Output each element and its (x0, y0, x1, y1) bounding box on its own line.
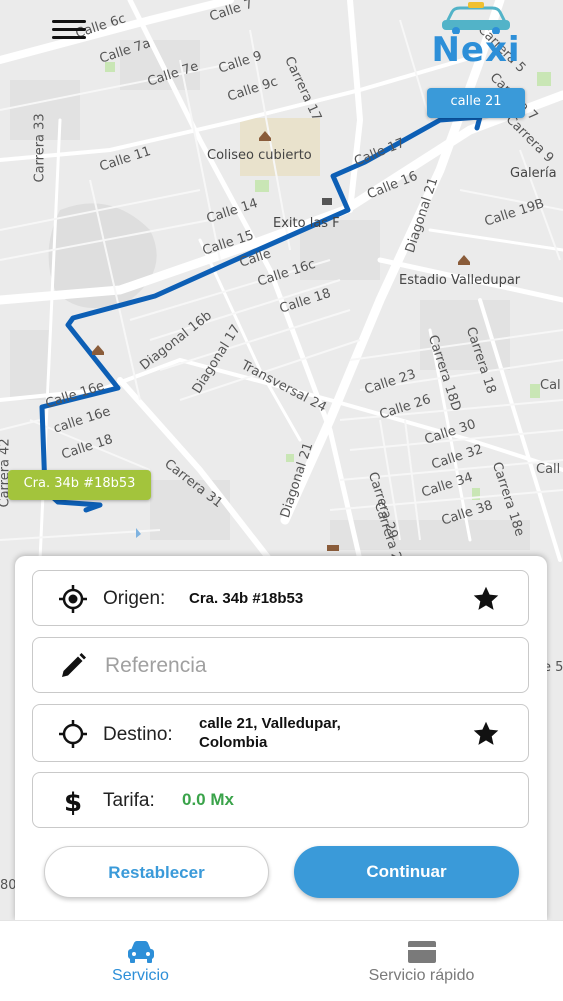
destination-value-line2: Colombia (199, 734, 268, 751)
tab-label: Servicio rápido (368, 967, 475, 984)
car-icon (128, 941, 154, 963)
destination-label: Destino: (103, 724, 173, 745)
card-icon (408, 941, 436, 963)
taxi-car-icon (442, 2, 510, 34)
origin-map-tag[interactable]: Cra. 34b #18b53 (8, 470, 151, 500)
fare-label: Tarifa: (103, 790, 155, 811)
dollar-icon: $ (64, 788, 82, 815)
logo-text: Nexi (431, 30, 521, 70)
logo: Nexi (428, 0, 524, 70)
reference-input[interactable] (103, 650, 507, 682)
menu-button[interactable] (52, 20, 86, 44)
pencil-icon (62, 653, 86, 677)
bottom-navigation: Servicio Servicio rápido (0, 920, 563, 1001)
street-label: Carrera 33 (32, 113, 48, 183)
svg-text:$: $ (64, 788, 82, 815)
tab-label: Servicio (112, 967, 169, 984)
fare-value: 0.0 Mx (182, 790, 234, 809)
destination-field[interactable]: Destino: calle 21, Valledupar, Colombia (32, 704, 529, 762)
tab-servicio-rapido[interactable]: Servicio rápido (281, 921, 562, 1001)
street-label: Call (536, 462, 561, 477)
destination-map-tag[interactable]: calle 21 (427, 88, 525, 118)
origin-field[interactable]: Origen: Cra. 34b #18b53 (32, 570, 529, 626)
reference-field[interactable] (32, 637, 529, 693)
star-icon[interactable] (472, 720, 500, 748)
poi-label: Coliseo cubierto (207, 148, 312, 163)
trip-form-panel: Origen: Cra. 34b #18b53 Destino: calle 2… (15, 556, 547, 920)
tab-servicio[interactable]: Servicio (0, 921, 281, 1001)
star-icon[interactable] (472, 585, 500, 613)
poi-label: Estadio Valledupar (399, 273, 521, 288)
poi-label: Galería (510, 166, 557, 181)
street-label: Cal (540, 378, 561, 393)
origin-label: Origen: (103, 588, 166, 609)
origin-value: Cra. 34b #18b53 (189, 590, 304, 607)
continue-button[interactable]: Continuar (294, 846, 519, 898)
poi-label: Exito las F (273, 216, 340, 231)
reset-button[interactable]: Restablecer (44, 846, 269, 898)
fare-field: $ Tarifa: 0.0 Mx (32, 772, 529, 828)
crosshair-icon (59, 720, 87, 748)
destination-value-line1: calle 21, Valledupar, (199, 715, 341, 732)
gps-target-icon (59, 585, 87, 613)
